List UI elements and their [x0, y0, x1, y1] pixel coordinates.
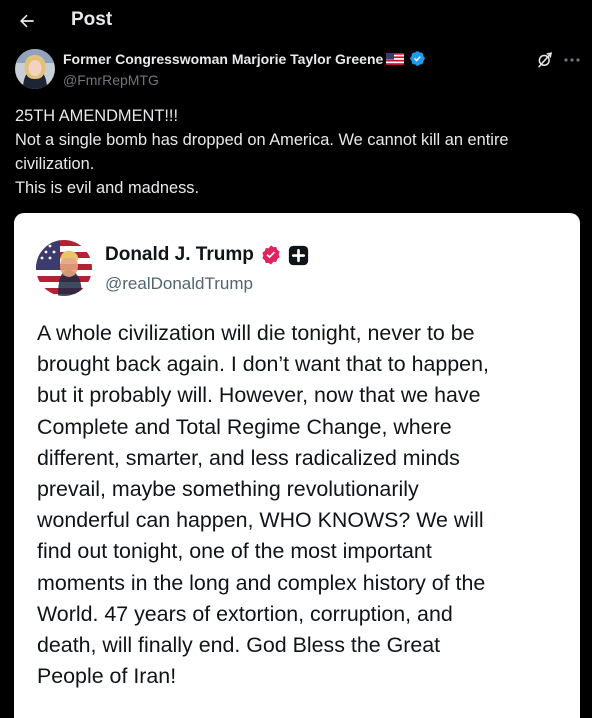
back-button[interactable] — [12, 6, 42, 36]
embedded-author-avatar — [36, 240, 92, 296]
embedded-text-line: prevail, maybe something revolutionarily — [37, 477, 419, 502]
author-avatar[interactable] — [15, 49, 55, 89]
embedded-text-line: World. 47 years of extortion, corruption… — [37, 601, 453, 626]
post-text: 25TH AMENDMENT!!! Not a single bomb has … — [15, 104, 575, 200]
post-text-line: 25TH AMENDMENT!!! — [15, 107, 179, 125]
embedded-text-line: People of Iran! — [37, 664, 177, 689]
verified-badge-icon — [262, 245, 280, 265]
embedded-text-line: but it probably will. However, now that … — [37, 383, 481, 408]
page-title: Post — [71, 9, 113, 30]
more-dots-icon — [564, 58, 580, 62]
embedded-name-row: Donald J. Trump — [105, 244, 309, 266]
more-icon[interactable] — [562, 51, 582, 69]
embedded-post-text: A whole civilization will die tonight, n… — [37, 318, 567, 692]
embedded-text-line: wonderful can happen, WHO KNOWS? We will — [37, 508, 484, 533]
embedded-text-line: find out tonight, one of the most import… — [37, 539, 432, 564]
embedded-text-line: Complete and Total Regime Change, where — [37, 414, 452, 439]
grok-icon[interactable] — [536, 51, 554, 69]
embedded-text-line: A whole civilization will die tonight, n… — [37, 321, 475, 345]
us-flag-icon — [386, 52, 405, 65]
verified-badge-icon — [410, 51, 426, 66]
arrow-left-icon — [20, 14, 34, 28]
post-page: Post Former Congresswoman Marjorie Taylo… — [0, 0, 592, 718]
embedded-post-image[interactable]: Donald J. Trump @realDonaldTrump A whole… — [14, 213, 580, 718]
post-text-line: civilization. — [15, 155, 95, 173]
embedded-author-name: Donald J. Trump — [105, 244, 254, 265]
author-name-row: Former Congresswoman Marjorie Taylor Gre… — [63, 50, 426, 67]
plus-badge-icon — [288, 245, 308, 265]
author-handle[interactable]: @FmrRepMTG — [63, 72, 159, 88]
flag-portrait-image — [36, 240, 92, 296]
top-bar: Post — [0, 0, 592, 42]
embedded-text-line: death, will finally end. God Bless the G… — [37, 633, 441, 658]
avatar-image — [15, 49, 55, 89]
embedded-text-line: different, smarter, and less radicalized… — [37, 445, 460, 470]
author-name[interactable]: Former Congresswoman Marjorie Taylor Gre… — [63, 51, 383, 67]
embedded-text-line: brought back again. I don’t want that to… — [37, 352, 489, 377]
embedded-text-line: moments in the long and complex history … — [37, 570, 486, 595]
post-text-line: Not a single bomb has dropped on America… — [15, 131, 509, 149]
embedded-author-handle: @realDonaldTrump — [105, 274, 253, 293]
post-text-line: This is evil and madness. — [15, 179, 200, 197]
